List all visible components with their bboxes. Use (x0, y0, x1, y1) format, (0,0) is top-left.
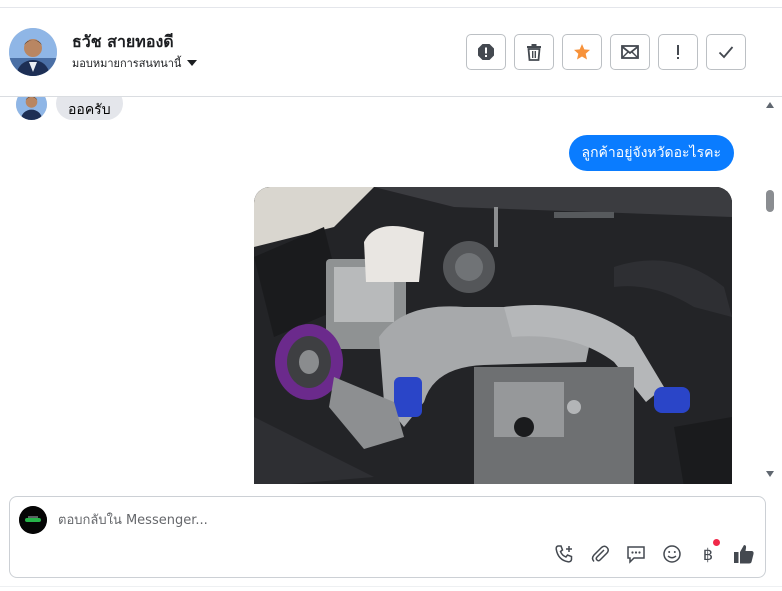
caret-down-icon (187, 60, 198, 66)
paperclip-icon (591, 545, 609, 563)
assign-conversation-dropdown[interactable]: มอบหมายการสนทนานี้ (72, 54, 198, 72)
thread-scrollbar[interactable] (763, 97, 778, 484)
scroll-up-arrow-icon[interactable] (766, 102, 774, 108)
check-icon (718, 46, 734, 59)
like-button[interactable] (733, 543, 755, 565)
contact-avatar[interactable] (9, 28, 57, 76)
alert-octagon-icon (478, 44, 494, 60)
star-icon (574, 44, 590, 60)
message-thread[interactable]: ออครับ ลูกค้าอยู่จังหวัดอะไรคะ (0, 97, 782, 484)
trash-icon (527, 44, 541, 61)
bottom-border (0, 586, 782, 591)
mark-done-button[interactable] (706, 34, 746, 70)
add-call-button[interactable] (553, 543, 575, 565)
payment-button[interactable]: ฿ (697, 539, 720, 565)
baht-payment-icon: ฿ (702, 544, 714, 564)
star-button[interactable] (562, 34, 602, 70)
engine-bay-photo (254, 187, 732, 484)
conversation-actions (466, 34, 746, 70)
saved-reply-icon (627, 546, 645, 564)
assign-label: มอบหมายการสนทนานี้ (72, 57, 182, 70)
thumbs-up-icon (734, 545, 754, 564)
emoji-button[interactable] (661, 543, 683, 565)
envelope-icon (621, 45, 639, 59)
delete-button[interactable] (514, 34, 554, 70)
scrollbar-thumb[interactable] (766, 190, 774, 212)
composer-tools: ฿ (553, 539, 755, 565)
emoji-icon (663, 545, 681, 563)
page-avatar (19, 506, 47, 534)
scroll-down-arrow-icon[interactable] (766, 471, 774, 477)
exclamation-icon (677, 45, 679, 59)
reply-input[interactable] (58, 509, 538, 531)
saved-reply-button[interactable] (625, 543, 647, 565)
contact-mini-avatar (16, 97, 47, 120)
follow-up-button[interactable] (658, 34, 698, 70)
notification-dot (713, 539, 720, 546)
outgoing-message: ลูกค้าอยู่จังหวัดอะไรคะ (568, 135, 734, 171)
mark-unread-button[interactable] (610, 34, 650, 70)
add-call-icon (555, 545, 573, 563)
reply-composer: ฿ (9, 496, 766, 578)
spam-button[interactable] (466, 34, 506, 70)
incoming-message: ออครับ (56, 97, 123, 120)
top-border (0, 0, 782, 8)
attach-button[interactable] (589, 543, 611, 565)
contact-name[interactable]: ธวัช สายทองดี (72, 30, 174, 55)
conversation-header: ธวัช สายทองดี มอบหมายการสนทนานี้ (0, 8, 782, 97)
message-photo[interactable] (254, 187, 732, 484)
